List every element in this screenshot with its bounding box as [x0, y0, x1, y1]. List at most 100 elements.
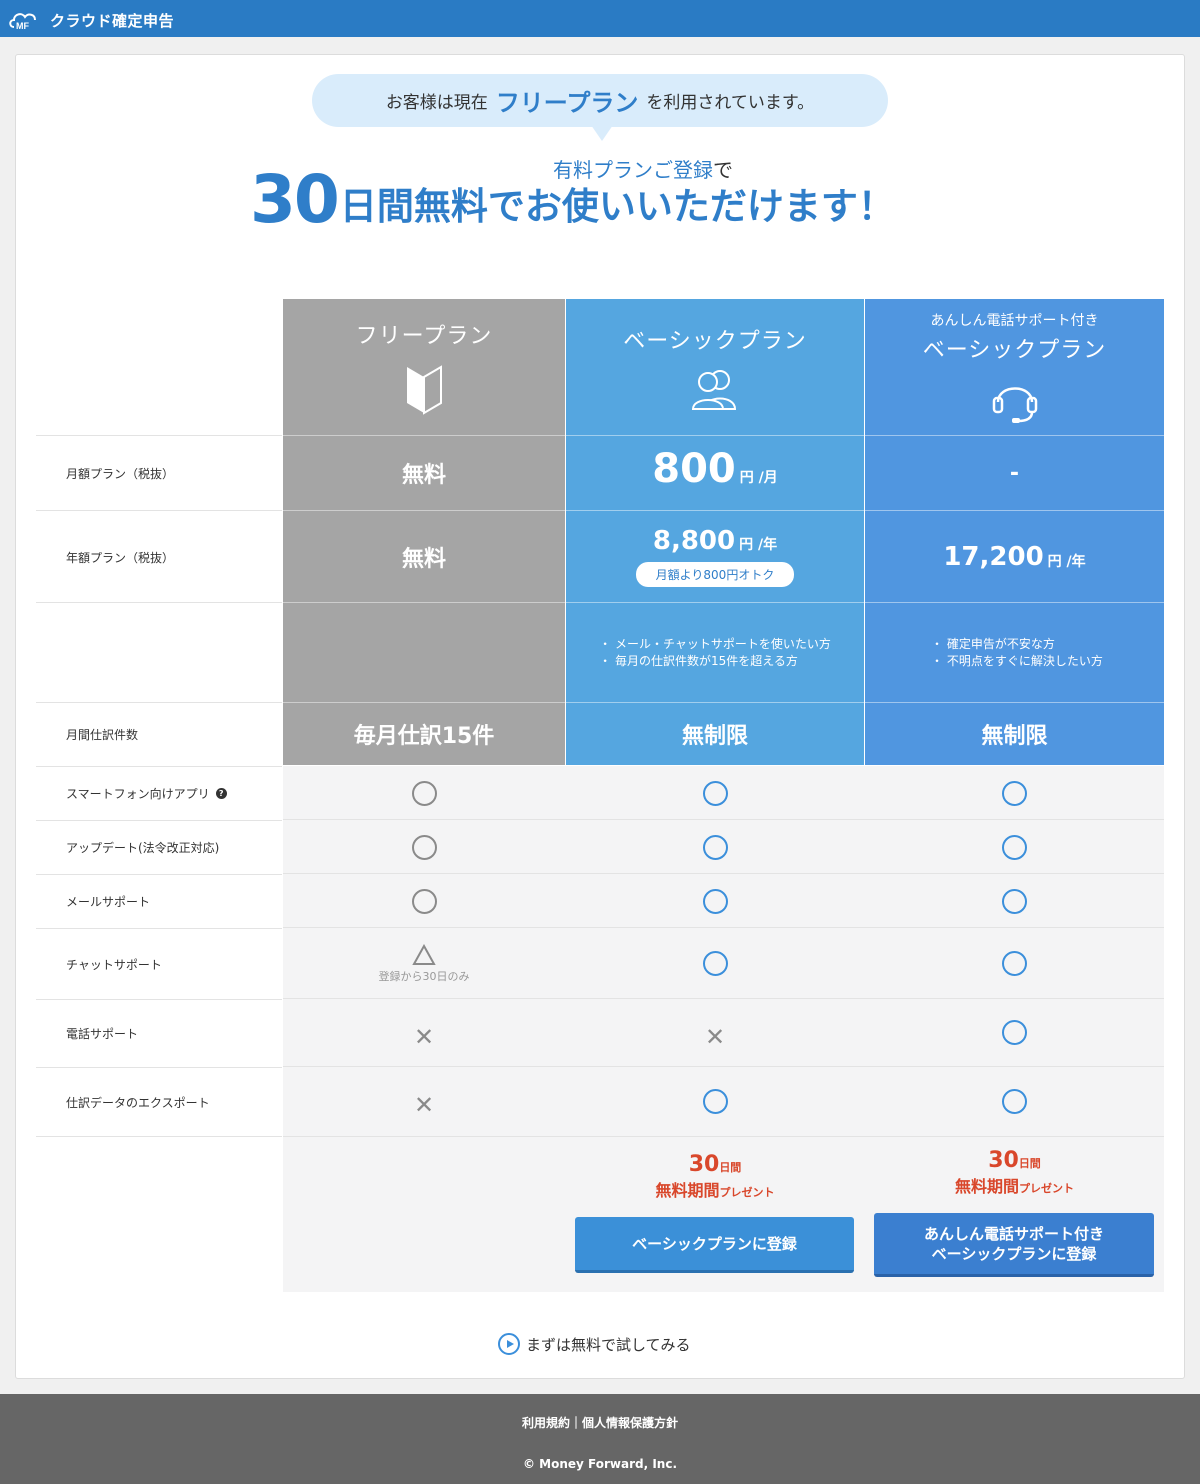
anshin-target-list: ・ 確定申告が不安な方 ・ 不明点をすぐに解決したい方 [865, 603, 1164, 702]
basic-plan-title: ベーシックプラン [623, 329, 807, 354]
promo-days: 30 [988, 1148, 1019, 1173]
anshin-plan-header: あんしん電話サポート付き ベーシックプラン [865, 299, 1164, 435]
footer-links[interactable]: 利用規約｜個人情報保護方針 [0, 1414, 1200, 1431]
register-anshin-line2: ベーシックプランに登録 [931, 1244, 1097, 1263]
free-monthly-value: 無料 [401, 463, 446, 488]
promo-present: プレゼント [1019, 1182, 1074, 1195]
anshin-export-mark [865, 1067, 1164, 1136]
row-divider [36, 1136, 282, 1137]
basic-target-list: ・ メール・チャットサポートを使いたい方 ・ 毎月の仕訳件数が15件を超える方 [566, 603, 864, 702]
circle-mark-icon [411, 834, 437, 860]
basic-plan-header: ベーシックプラン [566, 299, 864, 435]
anshin-journal-value: 無制限 [981, 724, 1048, 749]
play-circle-icon [498, 1333, 520, 1355]
register-basic-button[interactable]: ベーシックプランに登録 [575, 1217, 854, 1273]
circle-mark-icon [1002, 780, 1027, 806]
free-journal-count: 毎月仕訳15件 [283, 703, 565, 765]
anshin-phone-mark [865, 999, 1164, 1065]
cross-mark-icon: ✕ [413, 1022, 435, 1051]
free-yearly-price: 無料 [283, 511, 565, 602]
triangle-mark-icon [412, 943, 436, 965]
anshin-journal-count: 無制限 [865, 703, 1164, 765]
feature-label-smartphone-app: スマートフォン向けアプリ ? [36, 766, 282, 820]
headset-icon [992, 387, 1037, 423]
row-label-target [36, 602, 282, 703]
feature-label-update: アップデート(法令改正対応) [36, 820, 282, 874]
yearly-discount-badge: 月額より800円オトク [635, 562, 795, 587]
row-label-yearly: 年額プラン（税抜） [36, 510, 282, 603]
circle-mark-icon [411, 780, 437, 806]
basic-smartphone-mark [566, 766, 864, 820]
promo-free-period: 無料期間 [655, 1181, 720, 1200]
free-plan-header: フリープラン [283, 299, 565, 435]
basic-yearly-value: 8,800 [652, 526, 736, 556]
footer: 利用規約｜個人情報保護方針 © Money Forward, Inc. [0, 1394, 1200, 1484]
basic-monthly-value: 800 [652, 446, 736, 492]
circle-mark-icon [1002, 888, 1027, 914]
anshin-yearly-unit: 円 /年 [1047, 553, 1086, 570]
register-anshin-line1: あんしん電話サポート付き [923, 1224, 1104, 1243]
feature-label-export: 仕訳データのエクスポート [36, 1067, 282, 1136]
current-plan-name: フリープラン [495, 89, 639, 117]
basic-monthly-unit: 円 /月 [739, 470, 778, 486]
basic-chat-mark [566, 928, 864, 999]
feature-label-text: スマートフォン向けアプリ [66, 787, 210, 801]
free-update-mark [283, 820, 565, 874]
anshin-target-item: ・ 不明点をすぐに解決したい方 [931, 653, 1103, 668]
promo-days: 30 [688, 1152, 720, 1177]
free-plan-title: フリープラン [355, 324, 493, 349]
circle-mark-icon [702, 951, 728, 976]
row-label-monthly: 月額プラン（税抜） [36, 435, 282, 511]
promo-present: プレゼント [719, 1186, 775, 1199]
basic-journal-value: 無制限 [681, 724, 748, 749]
svg-text:MF: MF [16, 21, 29, 31]
banner-prefix: お客様は現在 [385, 93, 488, 113]
free-phone-mark: ✕ [283, 999, 565, 1074]
anshin-promo: 30日間 無料期間プレゼント [865, 1148, 1164, 1197]
circle-mark-icon [1002, 951, 1027, 976]
anshin-target-item: ・ 確定申告が不安な方 [931, 636, 1055, 651]
free-chat-mark: 登録から30日のみ [283, 928, 565, 999]
basic-update-mark [566, 820, 864, 874]
anshin-plan-subtitle: あんしん電話サポート付き [930, 313, 1099, 329]
current-plan-banner: お客様は現在 フリープラン を利用されています。 [312, 74, 888, 127]
circle-mark-icon [1002, 1089, 1027, 1114]
circle-mark-icon [702, 834, 728, 860]
cross-mark-icon: ✕ [704, 1022, 726, 1051]
basic-monthly-price: 800 円 /月 [566, 436, 864, 510]
circle-mark-icon [702, 888, 728, 914]
basic-promo: 30日間 無料期間プレゼント [566, 1152, 864, 1201]
basic-phone-mark: ✕ [566, 999, 864, 1074]
free-mail-mark [283, 874, 565, 928]
anshin-monthly-price: - [865, 436, 1164, 510]
free-journal-value: 毎月仕訳15件 [353, 724, 495, 749]
free-monthly-price: 無料 [283, 436, 565, 510]
try-free-label: まずは無料で試してみる [526, 1335, 691, 1354]
beginner-mark-icon [407, 365, 442, 415]
circle-mark-icon [1002, 834, 1027, 860]
free-export-mark: ✕ [283, 1067, 565, 1143]
app-logo[interactable]: MF クラウド確定申告 [8, 8, 174, 32]
circle-mark-icon [702, 1089, 728, 1114]
free-yearly-value: 無料 [401, 546, 446, 572]
feature-label-chat-support: チャットサポート [36, 928, 282, 999]
help-icon[interactable]: ? [215, 788, 227, 799]
anshin-yearly-value: 17,200 [943, 541, 1044, 572]
users-icon [691, 370, 737, 410]
register-anshin-button[interactable]: あんしん電話サポート付き ベーシックプランに登録 [874, 1213, 1154, 1277]
cloud-logo-icon: MF [8, 9, 48, 31]
basic-yearly-unit: 円 /年 [739, 537, 778, 553]
copyright: © Money Forward, Inc. [522, 1457, 678, 1471]
try-free-link[interactable]: まずは無料で試してみる [498, 1333, 691, 1355]
circle-mark-icon [1002, 1019, 1027, 1045]
anshin-monthly-value: - [1009, 460, 1020, 486]
app-name: クラウド確定申告 [50, 11, 175, 30]
row-label-journal: 月間仕訳件数 [36, 702, 282, 766]
headline: 30 日間無料でお使いいただけます！ [250, 150, 895, 240]
basic-export-mark [566, 1067, 864, 1136]
anshin-chat-mark [865, 928, 1164, 999]
anshin-mail-mark [865, 874, 1164, 928]
promo-days-unit: 日間 [1018, 1157, 1041, 1170]
feature-label-mail-support: メールサポート [36, 874, 282, 928]
promo-days-unit: 日間 [719, 1161, 742, 1174]
